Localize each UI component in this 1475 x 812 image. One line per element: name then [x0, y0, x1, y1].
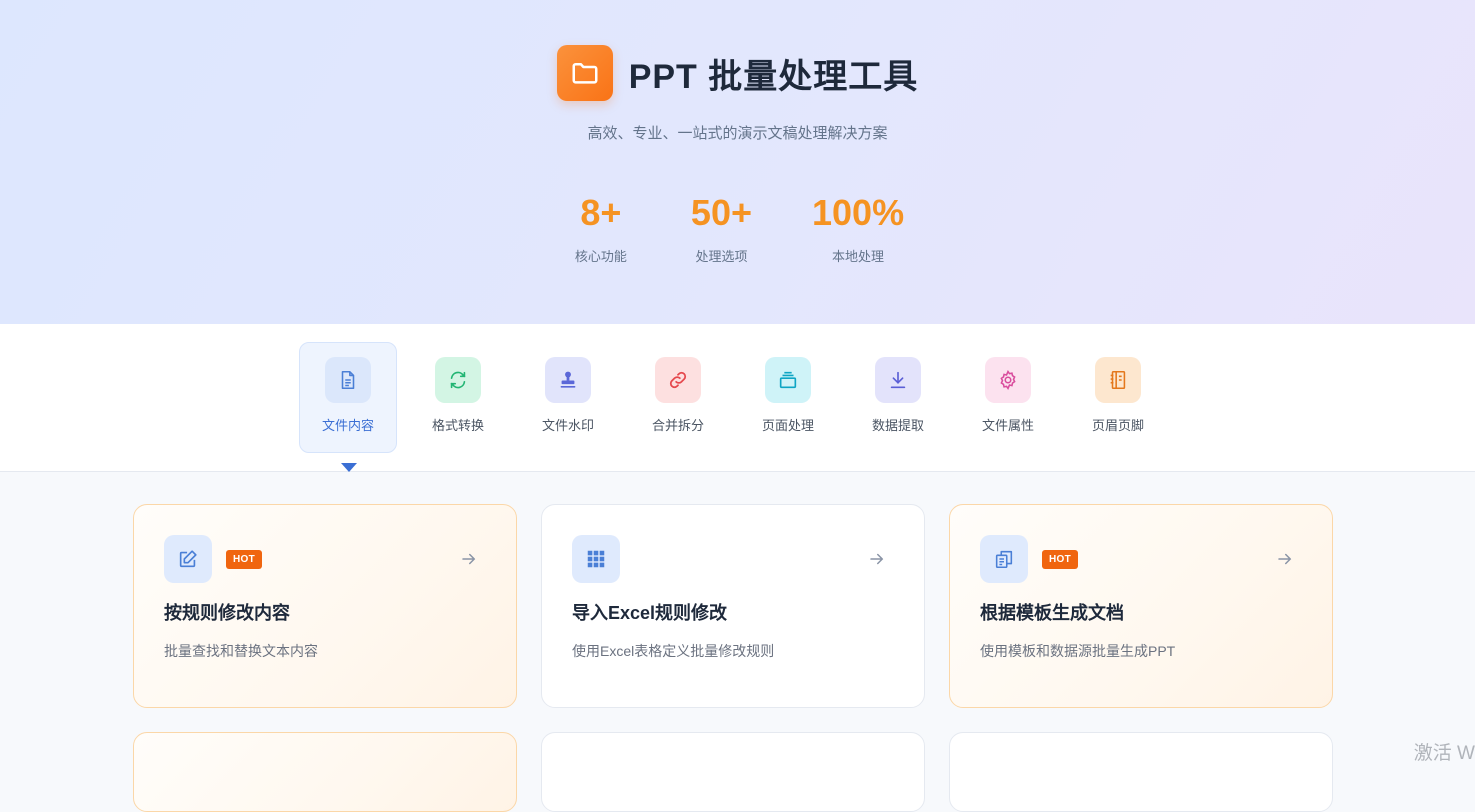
copy-icon [980, 535, 1028, 583]
stamp-icon [545, 357, 591, 403]
title-row: PPT 批量处理工具 [0, 45, 1475, 101]
tab-file-properties[interactable]: 文件属性 [959, 342, 1057, 453]
card-partial[interactable] [541, 732, 925, 812]
gear-icon [985, 357, 1031, 403]
card-desc: 批量查找和替换文本内容 [164, 643, 318, 659]
link-icon [655, 357, 701, 403]
tab-watermark[interactable]: 文件水印 [519, 342, 617, 453]
tab-header-footer[interactable]: 页眉页脚 [1069, 342, 1167, 453]
stat-options: 50+ 处理选项 [691, 192, 752, 265]
stat-label: 核心功能 [574, 249, 627, 264]
hero-header: PPT 批量处理工具 高效、专业、一站式的演示文稿处理解决方案 8+ 核心功能 … [0, 0, 1475, 324]
stat-value: 8+ [580, 192, 622, 233]
card-partial[interactable] [949, 732, 1333, 812]
stat-core-features: 8+ 核心功能 [571, 192, 631, 265]
tab-page-process[interactable]: 页面处理 [739, 342, 837, 453]
stat-value: 50+ [690, 192, 752, 233]
arrow-right-icon [868, 550, 886, 573]
category-tabs-bar: 文件内容 格式转换 文件水印 合并拆分 页面处理 数据提取 文件属性 页眉页脚 [0, 324, 1475, 472]
download-icon [875, 357, 921, 403]
card-partial[interactable] [133, 732, 517, 812]
stat-label: 处理选项 [695, 249, 748, 264]
card-title: 根据模板生成文档 [980, 603, 1124, 623]
stat-value: 100% [812, 192, 905, 233]
tab-label: 合并拆分 [651, 418, 704, 433]
card-title: 导入Excel规则修改 [572, 603, 728, 623]
card-excel-rule[interactable]: 导入Excel规则修改 使用Excel表格定义批量修改规则 [541, 504, 925, 708]
refresh-icon [435, 357, 481, 403]
card-desc: 使用Excel表格定义批量修改规则 [572, 643, 775, 659]
tab-label: 页眉页脚 [1091, 418, 1144, 433]
tab-label: 文件水印 [541, 418, 594, 433]
card-title: 按规则修改内容 [164, 603, 290, 623]
arrow-right-icon [460, 550, 478, 573]
card-desc: 使用模板和数据源批量生成PPT [980, 643, 1176, 659]
stat-local: 100% 本地处理 [812, 192, 904, 265]
tab-file-content[interactable]: 文件内容 [299, 342, 397, 472]
layers-icon [765, 357, 811, 403]
tab-label: 格式转换 [431, 418, 484, 433]
feature-cards: HOT 按规则修改内容 批量查找和替换文本内容 导入Excel规则修改 使用Ex… [133, 504, 1333, 812]
hot-badge: HOT [1042, 549, 1079, 569]
tab-label: 文件内容 [321, 418, 374, 433]
tab-label: 文件属性 [981, 418, 1034, 433]
app-subtitle: 高效、专业、一站式的演示文稿处理解决方案 [587, 125, 888, 142]
active-tab-pointer [341, 463, 357, 472]
card-template-generate[interactable]: HOT 根据模板生成文档 使用模板和数据源批量生成PPT [949, 504, 1333, 708]
tab-format-convert[interactable]: 格式转换 [409, 342, 507, 453]
tab-merge-split[interactable]: 合并拆分 [629, 342, 727, 453]
document-icon [325, 357, 371, 403]
category-tabs: 文件内容 格式转换 文件水印 合并拆分 页面处理 数据提取 文件属性 页眉页脚 [299, 342, 1167, 472]
stats-row: 8+ 核心功能 50+ 处理选项 100% 本地处理 [0, 192, 1475, 265]
tab-data-extract[interactable]: 数据提取 [849, 342, 947, 453]
activation-watermark: 激活 W [1413, 743, 1475, 764]
grid-icon [572, 535, 620, 583]
card-rule-modify[interactable]: HOT 按规则修改内容 批量查找和替换文本内容 [133, 504, 517, 708]
hot-badge: HOT [226, 549, 263, 569]
tab-label: 页面处理 [761, 418, 814, 433]
app-title: PPT 批量处理工具 [628, 57, 919, 96]
notebook-icon [1095, 357, 1141, 403]
edit-icon [164, 535, 212, 583]
tab-label: 数据提取 [871, 418, 924, 433]
folder-icon [556, 45, 613, 101]
arrow-right-icon [1276, 550, 1294, 573]
stat-label: 本地处理 [832, 249, 885, 264]
